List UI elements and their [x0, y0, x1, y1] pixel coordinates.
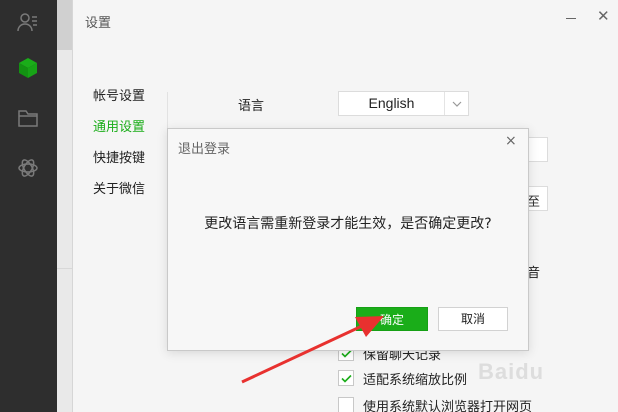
menu-item-about[interactable]: 关于微信 — [93, 181, 145, 212]
dialog-message: 更改语言需重新登录才能生效，是否确定更改? — [204, 216, 492, 232]
chevron-down-icon[interactable] — [444, 92, 468, 115]
dialog-title: 退出登录 — [178, 142, 231, 157]
checkbox[interactable] — [338, 370, 354, 386]
background-header — [57, 0, 72, 50]
watermark-logo: Baidu — [478, 359, 545, 384]
logout-dialog: 退出登录 × 更改语言需重新登录才能生效，是否确定更改? 确定 取消 — [167, 128, 529, 351]
language-label: 语言 — [238, 99, 265, 114]
menu-item-general[interactable]: 通用设置 — [93, 119, 145, 150]
confirm-button[interactable]: 确定 — [356, 307, 428, 331]
cancel-button[interactable]: 取消 — [438, 307, 508, 331]
window-title: 设置 — [85, 16, 112, 31]
cube-icon[interactable] — [14, 54, 42, 82]
menu-item-account[interactable]: 帐号设置 — [93, 88, 145, 119]
option-label: 使用系统默认浏览器打开网页 — [363, 399, 533, 412]
checkbox[interactable] — [338, 397, 354, 412]
folder-icon[interactable] — [14, 104, 42, 132]
language-select[interactable]: English — [338, 91, 469, 116]
option-label: 适配系统缩放比例 — [363, 372, 468, 388]
dialog-close-icon[interactable]: × — [505, 133, 517, 149]
minimize-icon[interactable] — [563, 10, 579, 26]
background-panel — [57, 0, 72, 412]
option-default-browser[interactable]: 使用系统默认浏览器打开网页 — [338, 396, 532, 412]
app-sidebar — [0, 0, 57, 412]
settings-menu: 帐号设置 通用设置 快捷按键 关于微信 — [93, 88, 145, 212]
menu-item-shortcuts[interactable]: 快捷按键 — [93, 150, 145, 181]
language-value: English — [368, 95, 415, 111]
contacts-icon[interactable] — [14, 8, 42, 36]
window-close-icon[interactable]: ✕ — [597, 8, 610, 24]
option-system-scaling[interactable]: 适配系统缩放比例 — [338, 369, 468, 388]
divider — [57, 268, 72, 269]
network-icon[interactable] — [14, 154, 42, 182]
